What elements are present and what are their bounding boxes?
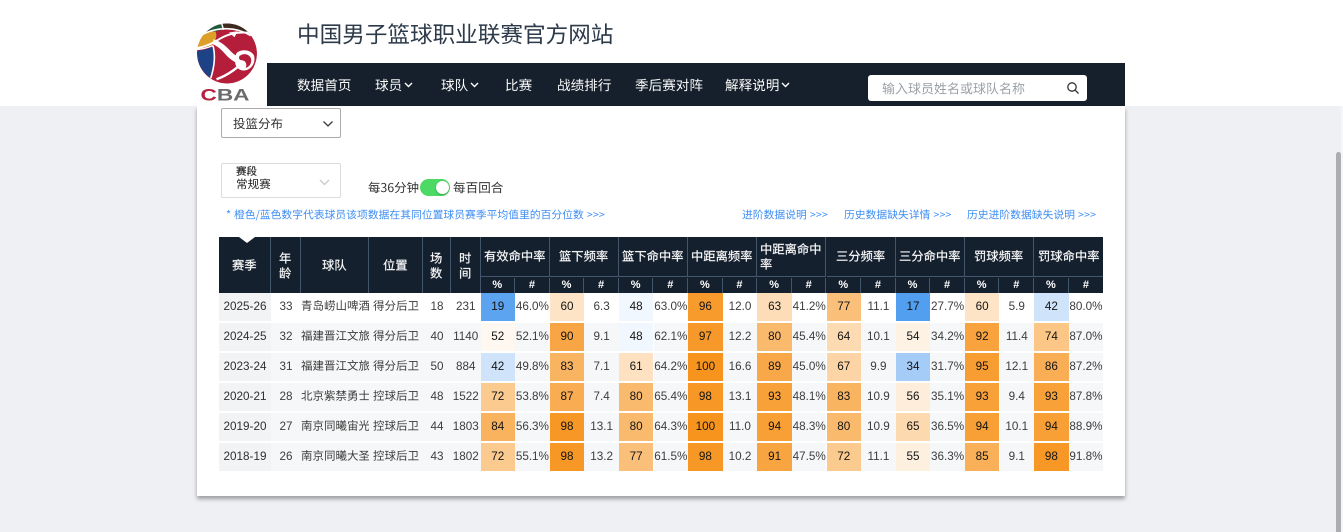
svg-text:CBA: CBA xyxy=(201,86,250,103)
